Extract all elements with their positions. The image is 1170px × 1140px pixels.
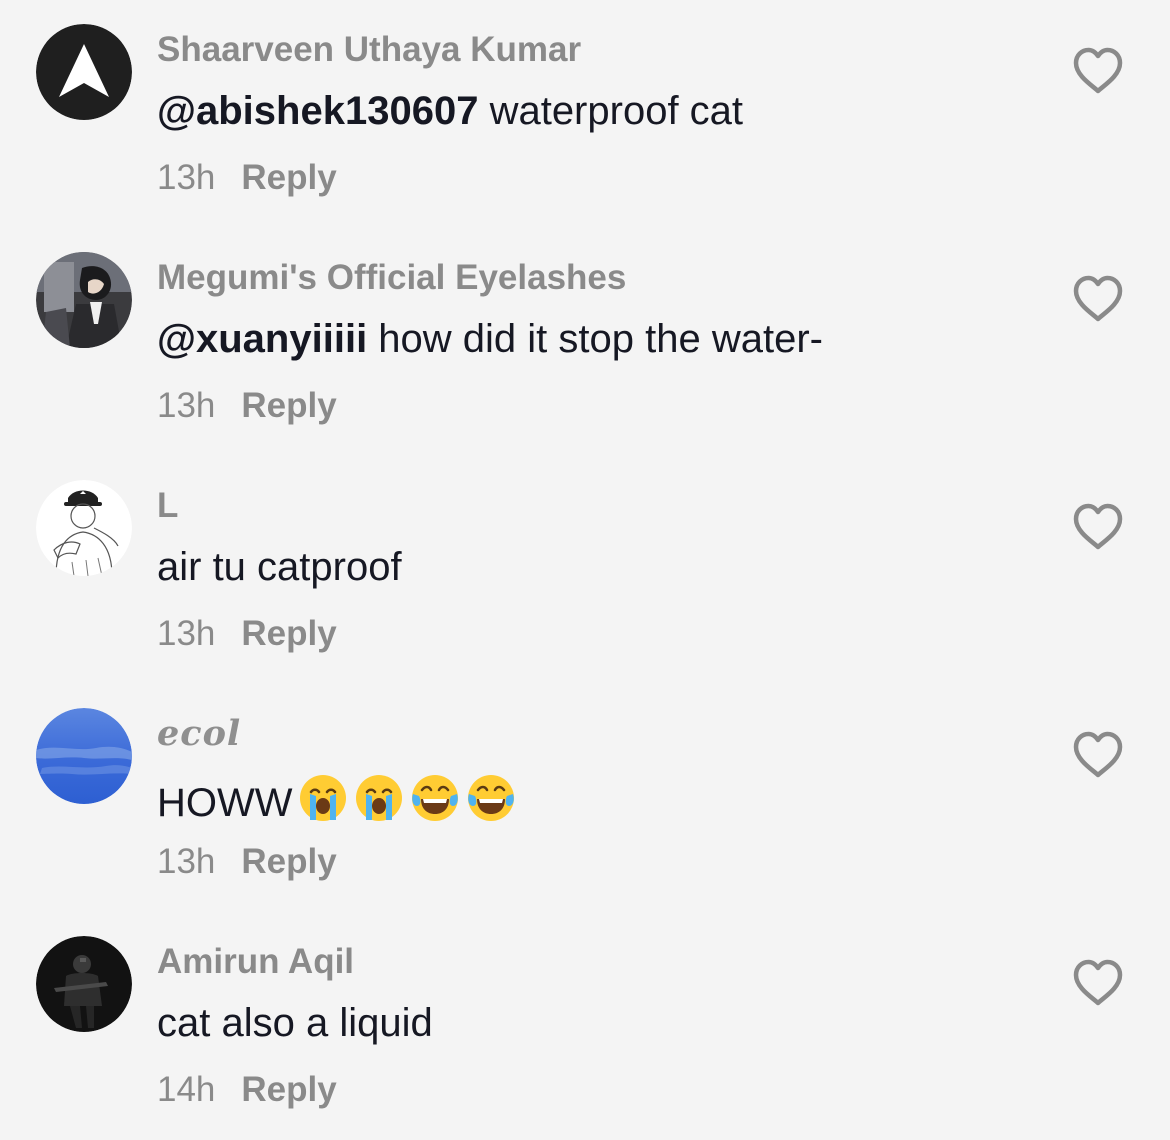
comment-text: air tu catproof bbox=[157, 544, 402, 590]
line-drawing-person-avatar-icon bbox=[36, 480, 132, 576]
anime-character-avatar-icon bbox=[36, 252, 132, 348]
heart-outline-icon bbox=[1073, 959, 1123, 1006]
comment-meta: 13h Reply bbox=[157, 614, 337, 654]
comment-meta: 13h Reply bbox=[157, 842, 337, 882]
like-button[interactable] bbox=[1071, 502, 1125, 552]
navigation-arrow-avatar-icon bbox=[36, 24, 132, 120]
like-button[interactable] bbox=[1071, 46, 1125, 96]
avatar[interactable] bbox=[36, 252, 132, 348]
comment-body: air tu catproof bbox=[157, 545, 402, 589]
comment-text: cat also a liquid bbox=[157, 1000, 433, 1046]
heart-outline-icon bbox=[1073, 275, 1123, 322]
soldier-avatar-icon bbox=[36, 936, 132, 1032]
comment-list: Shaarveen Uthaya Kumar @abishek130607 wa… bbox=[0, 0, 1170, 1113]
mention-link[interactable]: @xuanyiiiii bbox=[157, 317, 367, 361]
reply-button[interactable]: Reply bbox=[241, 158, 336, 197]
comment-item: Amirun Aqil cat also a liquid 14h Reply bbox=[0, 912, 1170, 1140]
comment-item: L air tu catproof 13h Reply bbox=[0, 456, 1170, 684]
comment-text: HOWW bbox=[157, 772, 517, 826]
reply-button[interactable]: Reply bbox=[241, 386, 336, 425]
comment-text: @abishek130607 waterproof cat bbox=[157, 88, 743, 134]
comment-body: how did it stop the water- bbox=[367, 317, 823, 361]
comment-timestamp: 13h bbox=[157, 386, 216, 425]
loudly-crying-face-icon bbox=[297, 772, 349, 824]
comment-timestamp: 13h bbox=[157, 842, 216, 881]
face-with-tears-of-joy-icon bbox=[465, 772, 517, 824]
heart-outline-icon bbox=[1073, 47, 1123, 94]
reply-button[interactable]: Reply bbox=[241, 1070, 336, 1109]
comment-meta: 13h Reply bbox=[157, 158, 337, 198]
comment-username[interactable]: Megumi's Official Eyelashes bbox=[157, 258, 626, 298]
comment-body: waterproof cat bbox=[478, 89, 744, 133]
loudly-crying-face-icon bbox=[353, 772, 405, 824]
heart-outline-icon bbox=[1073, 731, 1123, 778]
blue-sky-avatar-icon bbox=[36, 708, 132, 804]
comment-timestamp: 13h bbox=[157, 158, 216, 197]
comment-item: Megumi's Official Eyelashes @xuanyiiiii … bbox=[0, 228, 1170, 456]
reply-button[interactable]: Reply bbox=[241, 842, 336, 881]
comment-body: HOWW bbox=[157, 781, 293, 825]
comment-body: cat also a liquid bbox=[157, 1001, 433, 1045]
heart-outline-icon bbox=[1073, 503, 1123, 550]
like-button[interactable] bbox=[1071, 274, 1125, 324]
face-with-tears-of-joy-icon bbox=[409, 772, 461, 824]
reply-button[interactable]: Reply bbox=[241, 614, 336, 653]
comment-timestamp: 14h bbox=[157, 1070, 216, 1109]
comment-username[interactable]: ecol bbox=[157, 714, 241, 754]
comment-username[interactable]: Shaarveen Uthaya Kumar bbox=[157, 30, 581, 70]
comment-meta: 14h Reply bbox=[157, 1070, 337, 1110]
avatar[interactable] bbox=[36, 24, 132, 120]
comment-item: Shaarveen Uthaya Kumar @abishek130607 wa… bbox=[0, 0, 1170, 228]
avatar[interactable] bbox=[36, 936, 132, 1032]
comment-timestamp: 13h bbox=[157, 614, 216, 653]
comment-meta: 13h Reply bbox=[157, 386, 337, 426]
avatar[interactable] bbox=[36, 708, 132, 804]
avatar[interactable] bbox=[36, 480, 132, 576]
like-button[interactable] bbox=[1071, 958, 1125, 1008]
mention-link[interactable]: @abishek130607 bbox=[157, 89, 478, 133]
like-button[interactable] bbox=[1071, 730, 1125, 780]
comment-item: ecol HOWW 13h Reply bbox=[0, 684, 1170, 912]
comment-username[interactable]: L bbox=[157, 486, 178, 526]
comment-text: @xuanyiiiii how did it stop the water- bbox=[157, 316, 823, 362]
comment-username[interactable]: Amirun Aqil bbox=[157, 942, 354, 982]
